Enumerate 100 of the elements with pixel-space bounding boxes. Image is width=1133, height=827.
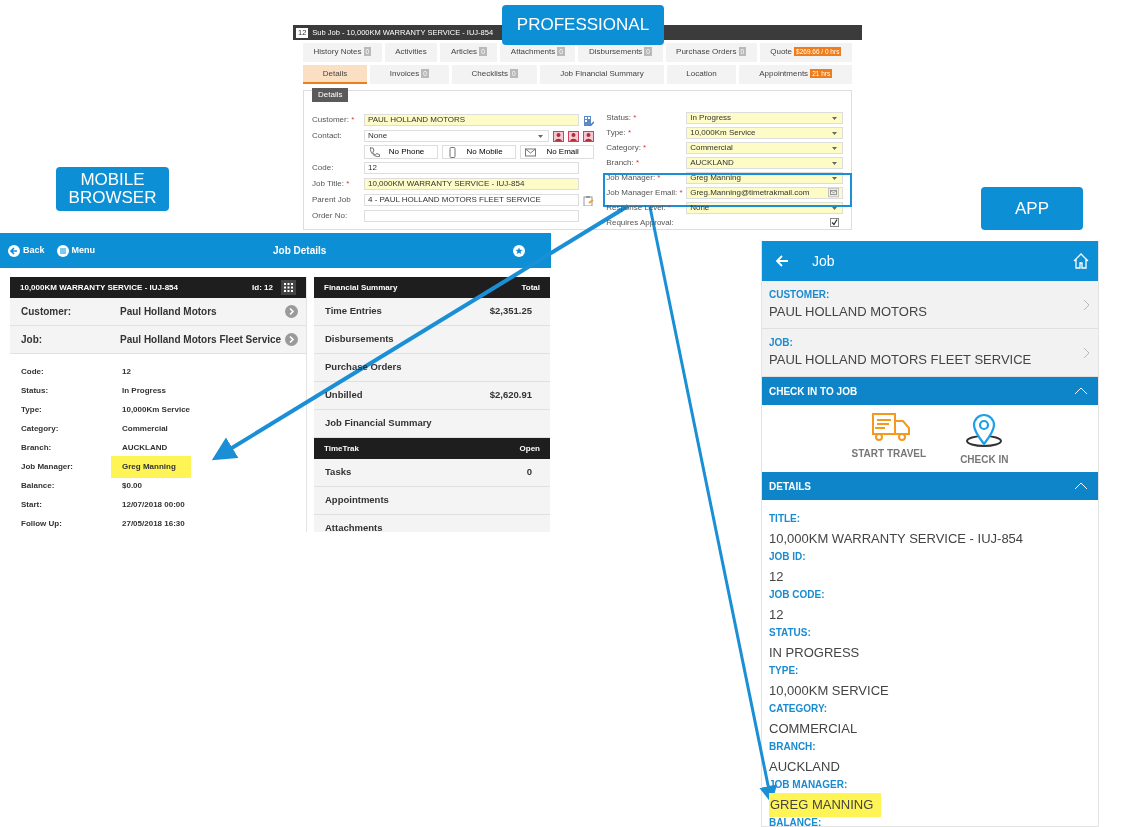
required-marker: * — [657, 172, 661, 182]
building-icon — [583, 114, 595, 126]
field-value: 10,000KM SERVICE — [769, 682, 890, 700]
list-row[interactable]: Job Financial Summary — [314, 410, 550, 438]
home-icon — [1072, 252, 1090, 270]
field-label: Job Title: — [312, 179, 344, 188]
list-row[interactable]: Time Entries $2,351.25 — [314, 298, 550, 326]
field-label: Order No: — [312, 211, 348, 220]
field-value: 12/07/2018 00:00 — [122, 498, 185, 511]
required-marker: * — [668, 202, 672, 212]
link-row[interactable]: JOB: PAUL HOLLAND MOTORS FLEET SERVICE — [762, 329, 1098, 377]
menu-icon — [56, 244, 69, 257]
panel-header: Financial Summary Total — [314, 277, 550, 298]
field-label: Category: — [606, 142, 641, 152]
field-label: Type: — [606, 127, 626, 137]
field-value: In Progress — [122, 384, 166, 397]
list-row[interactable]: Unbilled $2,620.91 — [314, 382, 550, 410]
field-label: JOB: — [769, 336, 794, 351]
field-value: 12 — [769, 606, 785, 624]
back-arrow-icon — [8, 244, 20, 257]
required-marker: * — [628, 127, 632, 137]
contact-card-icon — [568, 130, 580, 142]
link-row[interactable]: Job: Paul Holland Motors Fleet Service — [10, 326, 306, 354]
contact-button[interactable]: No Mobile — [442, 145, 517, 159]
field-value: AUCKLAND — [769, 758, 841, 776]
mail-button-icon — [828, 187, 839, 198]
field-label: JOB ID: — [769, 550, 807, 564]
field-label: JOB CODE: — [769, 588, 826, 602]
field-value: COMMERCIAL — [769, 720, 859, 738]
field-label: Customer: — [312, 115, 349, 124]
checkbox[interactable] — [830, 218, 839, 227]
link-row[interactable]: Customer: Paul Holland Motors — [10, 298, 306, 326]
field-label: Status: — [21, 384, 50, 397]
section-header[interactable]: DETAILS — [762, 472, 1098, 500]
contact-button[interactable]: No Email — [520, 145, 595, 159]
callout-label: APP — [981, 187, 1083, 230]
list-row[interactable]: Tasks 0 — [314, 459, 550, 487]
job-id: Id: 12 — [252, 281, 273, 294]
clipboard-icon — [583, 194, 595, 206]
required-marker: * — [346, 179, 350, 188]
field-value: PAUL HOLLAND MOTORS — [769, 303, 927, 322]
action-button[interactable]: START TRAVEL — [849, 411, 929, 468]
list-row[interactable]: Disbursements — [314, 326, 550, 354]
field-value: 12 — [769, 568, 785, 586]
input-field[interactable]: Greg.Manning@timetrakmail.com — [686, 186, 843, 199]
field-value: PAUL HOLLAND MOTORS FLEET SERVICE — [769, 351, 1032, 370]
field-label: Branch: — [606, 157, 634, 167]
field-label: Job Manager: — [21, 460, 74, 473]
tab[interactable]: Activities — [384, 43, 438, 62]
input-field[interactable]: 12 — [364, 162, 580, 174]
contact-card-icon — [583, 130, 595, 142]
chevron-icon — [285, 333, 298, 346]
field-label: Parent Job — [312, 195, 351, 204]
field-value: IN PROGRESS — [769, 644, 861, 662]
dropdown-field[interactable]: In Progress — [686, 111, 843, 124]
mobile-icon — [447, 146, 459, 158]
field-value: Greg Manning — [111, 455, 191, 478]
field-value: 10,000KM WARRANTY SERVICE - IUJ-854 — [769, 530, 1025, 548]
dropdown-field[interactable]: None — [364, 130, 550, 142]
dropdown-field[interactable]: 10,000Km Service — [686, 126, 843, 139]
menu-button[interactable]: Menu — [56, 243, 95, 258]
field-value: GREG MANNING — [769, 793, 882, 817]
chevron-icon — [1083, 346, 1090, 359]
link-row[interactable]: CUSTOMER: PAUL HOLLAND MOTORS — [762, 281, 1098, 329]
section-header[interactable]: CHECK IN TO JOB — [762, 377, 1098, 405]
callout-label: MOBILE BROWSER — [56, 167, 169, 211]
row-value: Paul Holland Motors — [120, 305, 218, 319]
field-label: Follow Up: — [21, 517, 63, 530]
field-value: 10,000Km Service — [122, 403, 191, 416]
input-field[interactable]: 4 - PAUL HOLLAND MOTORS FLEET SERVICE — [364, 194, 580, 206]
grid-icon — [281, 280, 296, 295]
contact-button[interactable]: No Phone — [364, 145, 439, 159]
tab[interactable]: Location — [666, 65, 737, 84]
field-value: Commercial — [122, 422, 168, 435]
input-field[interactable]: PAUL HOLLAND MOTORS — [364, 114, 580, 126]
tab[interactable]: Job Financial Summary — [540, 65, 664, 84]
field-label: Contact: — [312, 131, 342, 140]
back-button[interactable]: Back — [8, 243, 45, 258]
field-label: BALANCE: — [769, 816, 823, 826]
dropdown-field[interactable]: Commercial — [686, 141, 843, 154]
dropdown-field[interactable]: AUCKLAND — [686, 156, 843, 169]
field-label: BRANCH: — [769, 740, 817, 754]
input-field[interactable]: 10,000KM WARRANTY SERVICE - IUJ-854 — [364, 178, 580, 190]
required-marker: * — [636, 157, 640, 167]
required-marker: * — [679, 187, 683, 197]
field-label: Category: — [21, 422, 60, 435]
field-label: Status: — [606, 112, 632, 122]
page-title: Job Details — [273, 244, 327, 258]
field-label: CATEGORY: — [769, 702, 829, 716]
callout-label: PROFESSIONAL — [502, 5, 664, 45]
list-row[interactable]: Attachments — [314, 515, 550, 532]
row-label: Job: — [21, 333, 44, 347]
field-label: CUSTOMER: — [769, 288, 831, 303]
field-value: AUCKLAND — [122, 441, 168, 454]
input-field[interactable] — [364, 210, 580, 222]
action-button[interactable]: CHECK IN — [958, 411, 1011, 468]
mail-icon — [525, 146, 537, 158]
tab[interactable]: Details — [303, 65, 368, 84]
list-row[interactable]: Appointments — [314, 487, 550, 515]
chevron-up-icon — [1074, 482, 1088, 490]
